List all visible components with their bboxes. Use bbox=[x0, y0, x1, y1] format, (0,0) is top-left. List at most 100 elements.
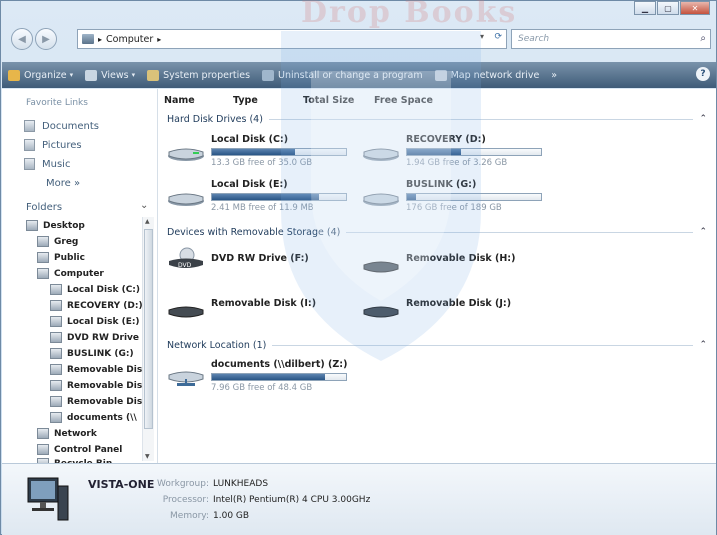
drive-removable-i[interactable]: Removable Disk (I:) bbox=[167, 292, 357, 328]
drive-recovery-d[interactable]: RECOVERY (D:) 1.94 GB free of 3.26 GB bbox=[362, 134, 552, 170]
collapse-icon[interactable]: ⌃ bbox=[699, 114, 707, 124]
tree-label: Removable Dis bbox=[67, 396, 143, 407]
tree-documents-z[interactable]: documents (\\ bbox=[50, 412, 137, 423]
breadcrumb-arrow-icon: ▸ bbox=[98, 34, 103, 44]
svg-text:DVD: DVD bbox=[178, 262, 192, 269]
tree-recovery-d[interactable]: RECOVERY (D:) bbox=[50, 300, 143, 311]
documents-icon bbox=[24, 120, 35, 132]
content-area: Favorite Links Documents Pictures Music … bbox=[2, 89, 716, 469]
drive-dvd-rw-f[interactable]: DVD DVD RW Drive (F:) bbox=[167, 247, 357, 283]
views-icon bbox=[85, 69, 98, 81]
close-button[interactable]: ✕ bbox=[680, 1, 710, 15]
nav-buttons: ◀ ▶ bbox=[11, 27, 69, 51]
drive-free-space: 1.94 GB free of 3.26 GB bbox=[406, 158, 508, 168]
favorite-music[interactable]: Music bbox=[24, 158, 70, 170]
hard-drive-icon bbox=[50, 348, 62, 359]
workgroup-label: Workgroup: bbox=[157, 479, 209, 489]
column-type[interactable]: Type bbox=[233, 95, 258, 106]
caption-buttons: ▁ ▢ ✕ bbox=[633, 1, 710, 15]
refresh-icon[interactable]: ⟳ bbox=[494, 32, 502, 42]
tree-network[interactable]: Network bbox=[37, 428, 97, 439]
computer-icon bbox=[27, 477, 69, 521]
details-pane: VISTA-ONE Workgroup: LUNKHEADS Processor… bbox=[2, 463, 716, 535]
scroll-down-icon[interactable]: ▼ bbox=[145, 453, 150, 460]
map-network-drive-button[interactable]: Map network drive bbox=[434, 69, 540, 81]
tree-removable-j[interactable]: Removable Dis bbox=[50, 396, 142, 407]
favorite-pictures[interactable]: Pictures bbox=[24, 139, 82, 151]
usage-bar bbox=[406, 148, 542, 156]
map-network-drive-label: Map network drive bbox=[450, 69, 540, 81]
address-bar[interactable]: ▸ Computer ▸ ▾ ⟳ bbox=[77, 29, 507, 49]
tree-local-disk-c[interactable]: Local Disk (C:) bbox=[50, 284, 140, 295]
tree-buslink-g[interactable]: BUSLINK (G:) bbox=[50, 348, 134, 359]
help-icon[interactable]: ? bbox=[696, 67, 710, 81]
collapse-icon[interactable]: ⌃ bbox=[699, 340, 707, 350]
maximize-button[interactable]: ▢ bbox=[657, 1, 679, 15]
drive-buslink-g[interactable]: BUSLINK (G:) 176 GB free of 189 GB bbox=[362, 179, 552, 215]
search-input[interactable]: Search ⌕ bbox=[511, 29, 711, 49]
group-removable-storage[interactable]: Devices with Removable Storage (4) ⌃ bbox=[167, 225, 707, 239]
organize-button[interactable]: Organize ▾ bbox=[8, 69, 74, 81]
drive-removable-h[interactable]: Removable Disk (H:) bbox=[362, 247, 552, 283]
group-label: Devices with Removable Storage (4) bbox=[167, 226, 341, 238]
drive-local-disk-c[interactable]: Local Disk (C:) 13.3 GB free of 35.0 GB bbox=[167, 134, 357, 170]
removable-disk-icon bbox=[363, 261, 399, 273]
scrollbar-thumb[interactable] bbox=[144, 229, 153, 429]
drive-documents-z[interactable]: documents (\\dilbert) (Z:) 7.96 GB free … bbox=[167, 359, 357, 395]
system-properties-button[interactable]: System properties bbox=[147, 69, 250, 81]
tree-local-disk-e[interactable]: Local Disk (E:) bbox=[50, 316, 140, 327]
group-hard-disk-drives[interactable]: Hard Disk Drives (4) ⌃ bbox=[167, 112, 707, 126]
tree-computer[interactable]: Computer bbox=[37, 268, 104, 279]
drive-free-space: 176 GB free of 189 GB bbox=[406, 203, 502, 213]
views-button[interactable]: Views ▾ bbox=[85, 69, 136, 81]
chevron-down-icon[interactable]: ⌄ bbox=[140, 200, 148, 211]
network-drive-icon bbox=[50, 412, 62, 423]
more-link[interactable]: More » bbox=[46, 178, 80, 189]
back-button[interactable]: ◀ bbox=[11, 28, 33, 50]
search-icon[interactable]: ⌕ bbox=[700, 33, 706, 44]
breadcrumb-computer[interactable]: Computer bbox=[106, 34, 153, 45]
drive-name: DVD RW Drive (F:) bbox=[211, 253, 309, 264]
navigation-scrollbar[interactable]: ▲ ▼ bbox=[142, 217, 154, 461]
processor-value: Intel(R) Pentium(R) 4 CPU 3.00GHz bbox=[213, 495, 371, 505]
forward-button[interactable]: ▶ bbox=[35, 28, 57, 50]
favorite-documents[interactable]: Documents bbox=[24, 120, 99, 132]
watermark-text: Drop Books bbox=[301, 0, 518, 30]
group-network-location[interactable]: Network Location (1) ⌃ bbox=[167, 338, 707, 352]
chevron-down-icon: ▾ bbox=[131, 71, 136, 79]
tree-greg[interactable]: Greg bbox=[37, 236, 78, 247]
tree-label: Public bbox=[54, 252, 85, 263]
collapse-icon[interactable]: ⌃ bbox=[699, 227, 707, 237]
scroll-up-icon[interactable]: ▲ bbox=[145, 218, 150, 225]
toolbar-overflow-button[interactable]: » bbox=[551, 70, 557, 81]
favorite-label: Documents bbox=[42, 120, 100, 132]
uninstall-label: Uninstall or change a program bbox=[278, 69, 423, 81]
tree-label: documents (\\ bbox=[67, 412, 137, 423]
address-row: ◀ ▶ ▸ Computer ▸ ▾ ⟳ Search ⌕ bbox=[11, 27, 711, 51]
workgroup-value: LUNKHEADS bbox=[213, 479, 269, 489]
folder-icon bbox=[37, 252, 49, 263]
address-dropdown-icon[interactable]: ▾ bbox=[480, 32, 484, 41]
tree-removable-h[interactable]: Removable Dis bbox=[50, 364, 142, 375]
toolbar-overflow-label: » bbox=[551, 69, 558, 81]
memory-value: 1.00 GB bbox=[213, 511, 250, 521]
drive-removable-j[interactable]: Removable Disk (J:) bbox=[362, 292, 552, 328]
organize-label: Organize bbox=[24, 69, 67, 81]
favorite-label: Music bbox=[42, 158, 71, 170]
removable-disk-icon bbox=[50, 396, 62, 407]
tree-control-panel[interactable]: Control Panel bbox=[37, 444, 122, 455]
column-free-space[interactable]: Free Space bbox=[374, 95, 433, 106]
tree-removable-i[interactable]: Removable Dis bbox=[50, 380, 142, 391]
column-total-size[interactable]: Total Size bbox=[303, 95, 354, 106]
tree-dvd-rw[interactable]: DVD RW Drive bbox=[50, 332, 139, 343]
uninstall-button[interactable]: Uninstall or change a program bbox=[262, 69, 423, 81]
tree-desktop[interactable]: Desktop bbox=[26, 220, 85, 231]
minimize-button[interactable]: ▁ bbox=[634, 1, 656, 15]
drive-local-disk-e[interactable]: Local Disk (E:) 2.41 MB free of 11.9 MB bbox=[167, 179, 357, 215]
chevron-down-icon: ▾ bbox=[69, 71, 74, 79]
drive-name: RECOVERY (D:) bbox=[406, 134, 486, 145]
tree-public[interactable]: Public bbox=[37, 252, 85, 263]
processor-label: Processor: bbox=[162, 495, 209, 505]
column-name[interactable]: Name bbox=[164, 95, 195, 106]
folders-header[interactable]: Folders bbox=[26, 202, 62, 213]
